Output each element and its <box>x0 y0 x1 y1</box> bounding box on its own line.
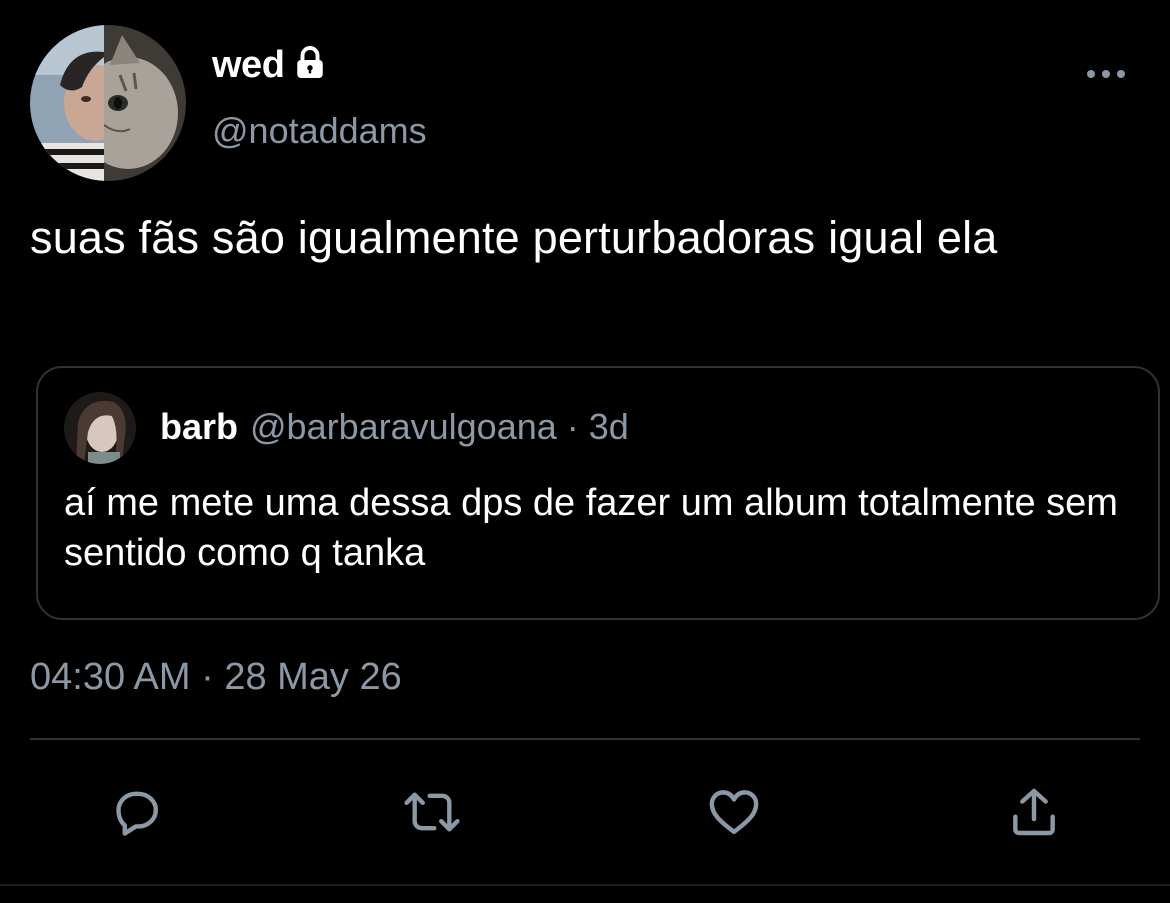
ellipsis-icon <box>1087 70 1125 78</box>
more-options-button[interactable] <box>1084 62 1128 86</box>
divider <box>30 738 1140 740</box>
retweet-button[interactable] <box>400 780 464 844</box>
author-avatar[interactable] <box>30 25 186 181</box>
quoted-author-avatar <box>64 392 136 464</box>
share-icon <box>1013 788 1055 836</box>
quoted-tweet-header: barb @barbaravulgoana · 3d <box>160 406 629 448</box>
reply-icon <box>116 791 159 836</box>
quoted-tweet-text: aí me mete uma dessa dps de fazer um alb… <box>64 482 1118 574</box>
bottom-divider <box>0 884 1170 886</box>
reply-button[interactable] <box>104 780 168 844</box>
author-display-name[interactable]: wed <box>212 44 285 87</box>
tweet-text: suas fãs são igualmente perturbadoras ig… <box>30 212 998 263</box>
like-button[interactable] <box>702 780 766 844</box>
retweet-icon <box>404 792 460 832</box>
tweet-timestamp[interactable]: 04:30 AM · 28 May 26 <box>30 656 402 699</box>
share-button[interactable] <box>1002 780 1066 844</box>
author-handle[interactable]: @notaddams <box>212 110 427 152</box>
author-name-row[interactable]: wed <box>212 44 328 87</box>
quoted-author-meta: @barbaravulgoana · 3d <box>250 406 629 447</box>
lock-icon <box>292 45 328 86</box>
quoted-author-name: barb <box>160 406 239 447</box>
heart-icon <box>709 790 759 835</box>
